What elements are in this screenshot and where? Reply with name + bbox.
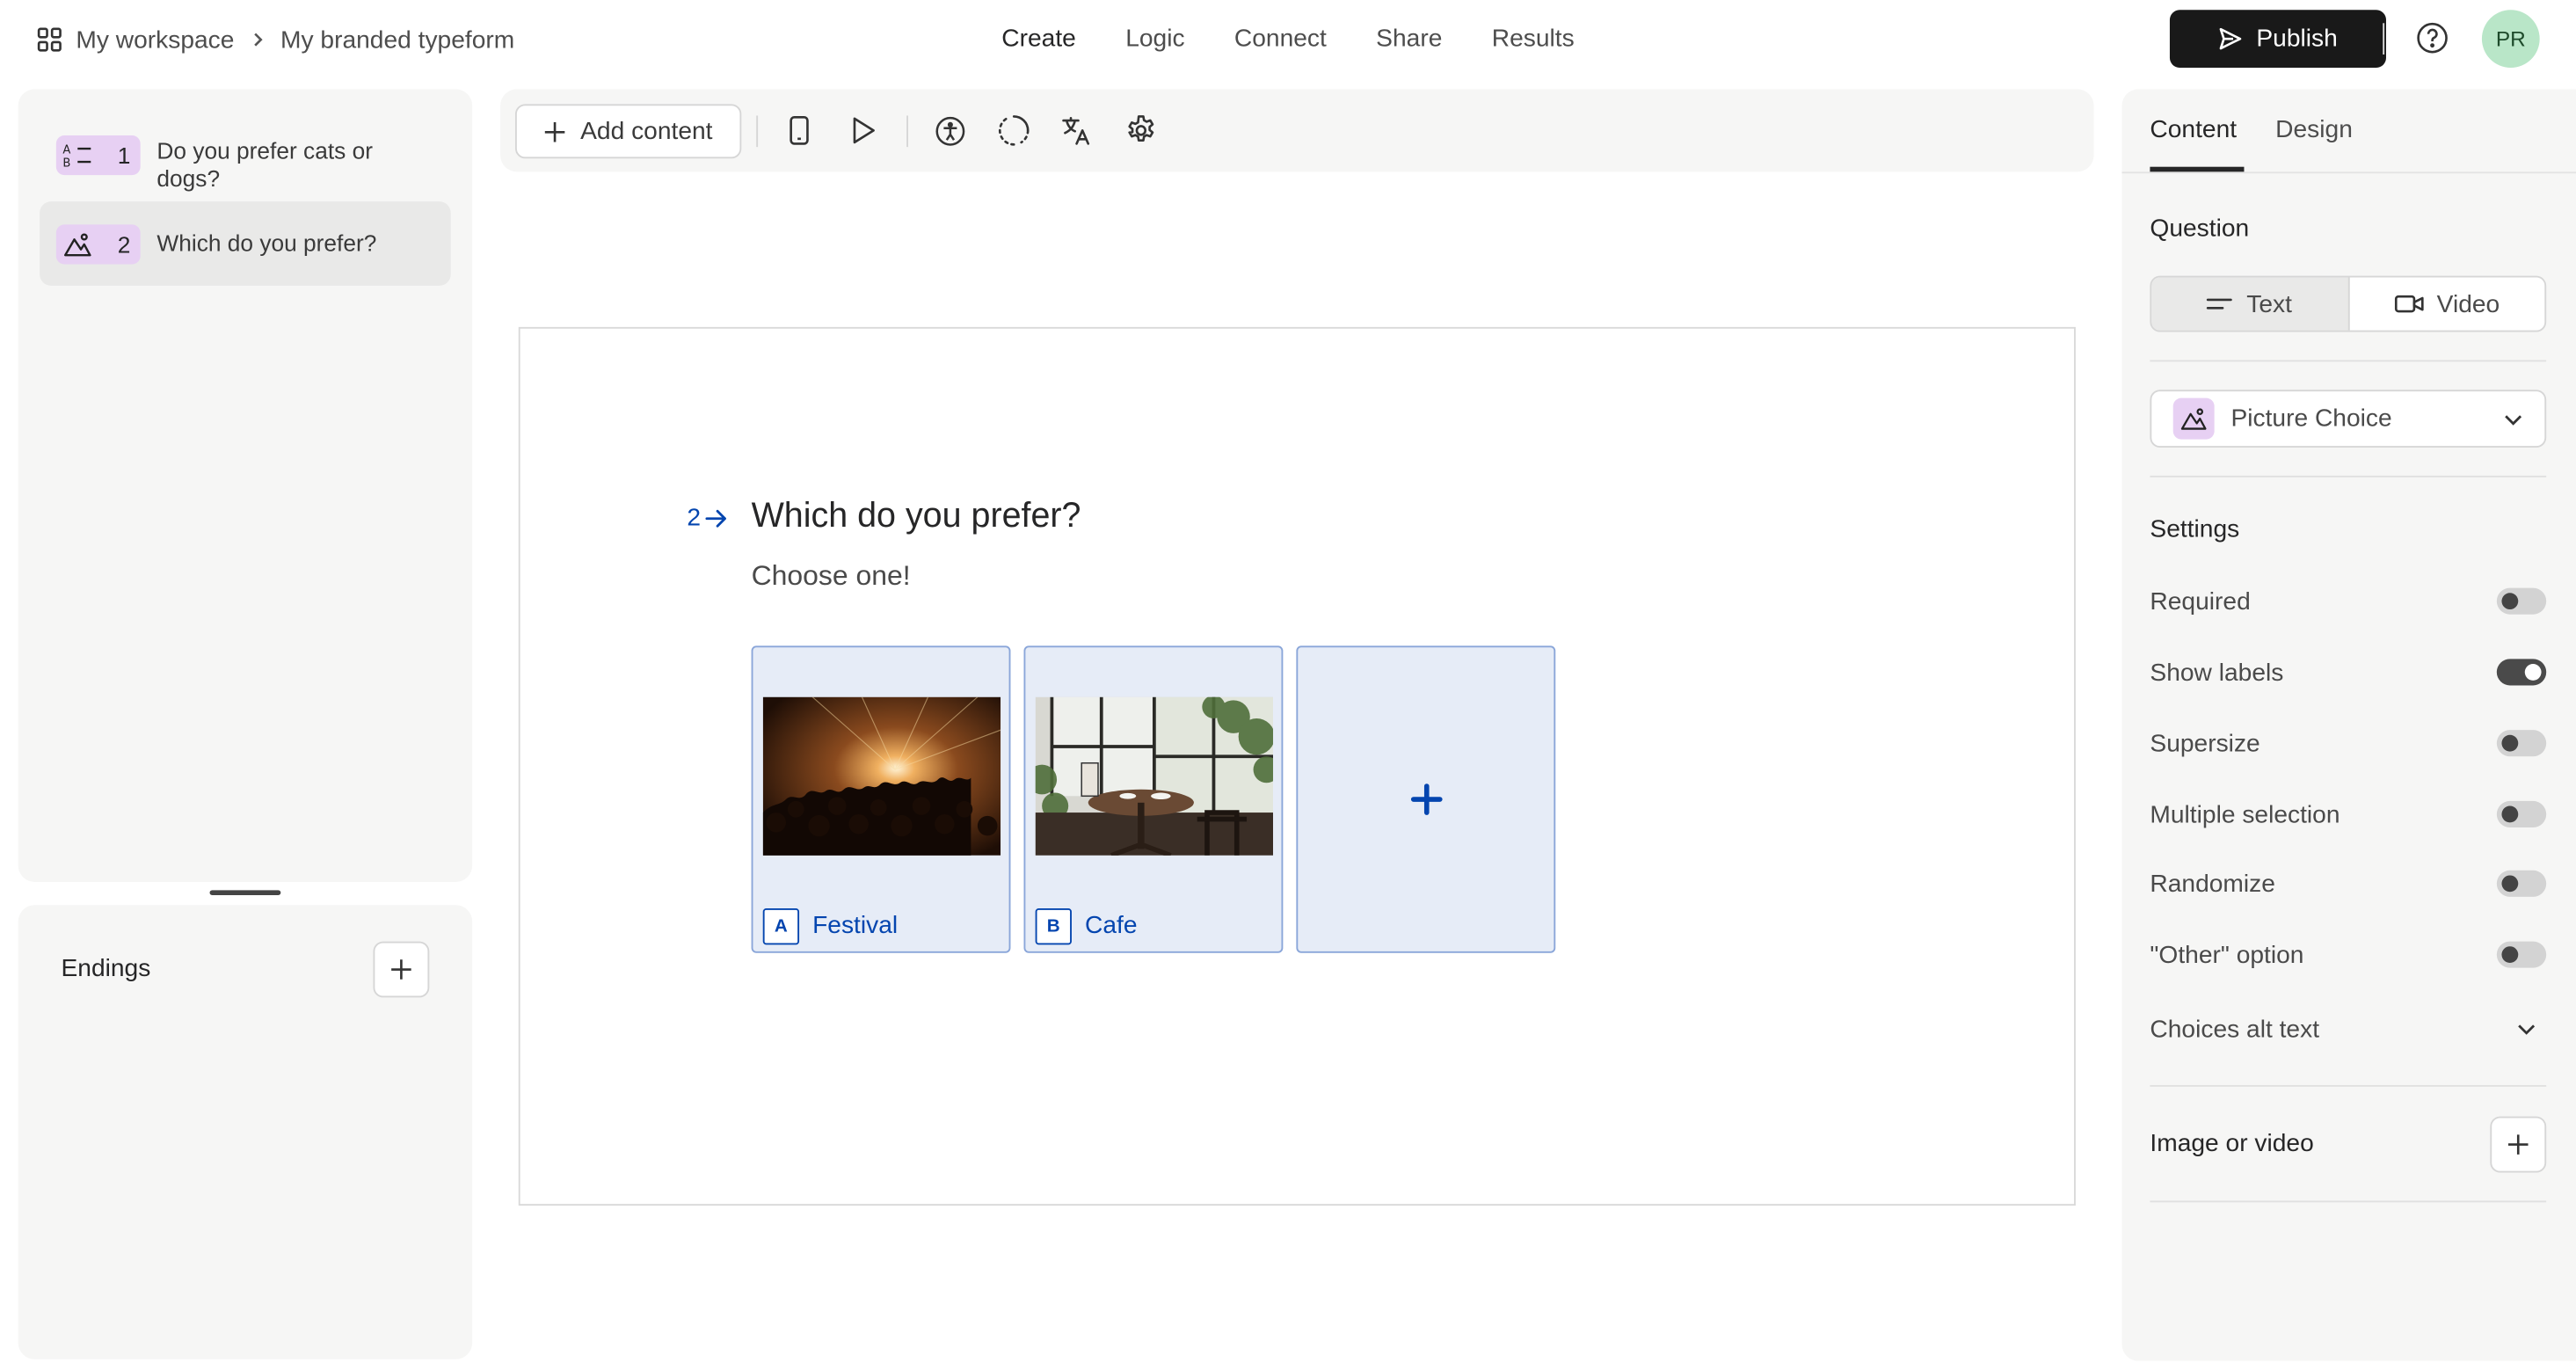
panel-resize-handle[interactable] <box>209 890 281 895</box>
svg-text:B: B <box>62 157 70 169</box>
setting-label: Show labels <box>2150 658 2284 687</box>
endings-label: Endings <box>61 954 151 983</box>
tab-content[interactable]: Content <box>2150 115 2237 143</box>
nav-results[interactable]: Results <box>1492 21 1575 57</box>
help-icon[interactable] <box>2414 20 2450 56</box>
divider <box>2150 360 2547 362</box>
setting-supersize: Supersize <box>2150 725 2547 762</box>
setting-required: Required <box>2150 583 2547 619</box>
plus-icon <box>2507 1133 2529 1155</box>
plus-icon <box>544 120 567 142</box>
publish-button[interactable]: Publish <box>2169 10 2386 69</box>
choice-key: A <box>762 908 800 945</box>
setting-label: Multiple selection <box>2150 799 2340 828</box>
cafe-table-photo <box>1035 696 1274 856</box>
tab-design[interactable]: Design <box>2275 115 2353 143</box>
add-choice-button[interactable] <box>1296 645 1556 953</box>
multiple-choice-icon: AB <box>62 142 92 169</box>
svg-text:A: A <box>62 144 70 157</box>
publish-label: Publish <box>2256 25 2338 54</box>
video-camera-icon <box>2394 294 2424 314</box>
gear-icon[interactable] <box>1123 113 1159 149</box>
nav-share[interactable]: Share <box>1376 21 1442 57</box>
plus-icon <box>1408 781 1444 817</box>
chevron-down-icon <box>2514 1017 2537 1040</box>
setting-label: "Other" option <box>2150 940 2304 969</box>
divider <box>756 115 759 148</box>
divider <box>906 115 909 148</box>
question-type-value: Picture Choice <box>2230 404 2392 434</box>
question-title: Do you prefer cats or dogs? <box>156 136 373 192</box>
question-number: 2 <box>117 230 131 258</box>
question-badge: 2 <box>55 223 141 264</box>
choice-card-a[interactable]: A Festival <box>751 645 1011 953</box>
divider <box>2383 23 2385 55</box>
settings-section-title: Settings <box>2150 514 2240 543</box>
setting-other-option: "Other" option <box>2150 936 2547 973</box>
chevron-down-icon <box>2501 407 2524 430</box>
question-type-select[interactable]: Picture Choice <box>2150 390 2547 448</box>
plus-icon <box>389 958 412 980</box>
supersize-toggle[interactable] <box>2496 730 2547 757</box>
divider <box>2121 171 2576 174</box>
mobile-preview-icon[interactable] <box>781 113 817 149</box>
question-section-title: Question <box>2150 215 2250 244</box>
picture-choice-icon <box>62 230 92 257</box>
setting-label: Supersize <box>2150 729 2260 758</box>
question-item-2[interactable]: 2 Which do you prefer? <box>40 201 451 286</box>
nav-logic[interactable]: Logic <box>1125 21 1184 57</box>
choice-card-b[interactable]: B Cafe <box>1023 645 1284 953</box>
other-option-toggle[interactable] <box>2496 941 2547 968</box>
mode-video-label: Video <box>2436 289 2500 318</box>
question-badge: AB 1 <box>55 135 141 176</box>
add-ending-button[interactable] <box>373 941 430 998</box>
add-content-label: Add content <box>580 117 713 146</box>
question-mode-toggle: Text Video <box>2150 275 2547 332</box>
setting-randomize: Randomize <box>2150 865 2547 901</box>
media-section-title: Image or video <box>2150 1129 2314 1158</box>
setting-show-labels: Show labels <box>2150 654 2547 690</box>
text-lines-icon <box>2207 294 2233 314</box>
mode-text-button[interactable]: Text <box>2151 277 2349 331</box>
play-icon[interactable] <box>846 113 882 149</box>
add-media-button[interactable] <box>2490 1116 2547 1173</box>
avatar[interactable]: PR <box>2481 10 2540 69</box>
setting-multiple-selection: Multiple selection <box>2150 796 2547 832</box>
choice-key: B <box>1035 908 1072 945</box>
divider <box>2150 1084 2547 1087</box>
question-number-label: 2 <box>687 504 729 532</box>
add-content-button[interactable]: Add content <box>514 104 742 159</box>
divider <box>2150 475 2547 477</box>
question-item-1[interactable]: AB 1 Do you prefer cats or dogs? <box>40 119 451 209</box>
arrow-right-icon <box>706 508 729 528</box>
question-number: 1 <box>117 142 131 169</box>
setting-label: Choices alt text <box>2150 1015 2320 1044</box>
loading-spinner-icon[interactable] <box>996 113 1032 149</box>
show-labels-toggle[interactable] <box>2496 659 2547 686</box>
send-icon <box>2218 26 2243 51</box>
mode-video-button[interactable]: Video <box>2349 278 2545 331</box>
concert-crowd-photo <box>762 696 1001 856</box>
setting-label: Required <box>2150 587 2251 616</box>
required-toggle[interactable] <box>2496 587 2547 615</box>
active-tab-indicator <box>2150 166 2245 172</box>
picture-choice-icon <box>2172 397 2215 440</box>
translate-icon[interactable] <box>1059 113 1095 149</box>
setting-label: Randomize <box>2150 869 2275 898</box>
nav-connect[interactable]: Connect <box>1234 21 1327 57</box>
nav-create[interactable]: Create <box>1001 21 1076 57</box>
question-title-input[interactable]: Which do you prefer? <box>752 497 1081 536</box>
question-number: 2 <box>687 503 702 532</box>
question-description-input[interactable]: Choose one! <box>752 560 911 594</box>
choices-alt-text-expander[interactable]: Choices alt text <box>2150 1010 2546 1046</box>
choice-label[interactable]: Festival <box>812 910 898 944</box>
choice-label[interactable]: Cafe <box>1085 910 1138 944</box>
question-title: Which do you prefer? <box>156 230 377 257</box>
randomize-toggle[interactable] <box>2496 870 2547 897</box>
accessibility-icon[interactable] <box>931 113 967 149</box>
mode-text-label: Text <box>2246 289 2292 318</box>
divider <box>2150 1200 2547 1203</box>
multiple-selection-toggle[interactable] <box>2496 800 2547 827</box>
